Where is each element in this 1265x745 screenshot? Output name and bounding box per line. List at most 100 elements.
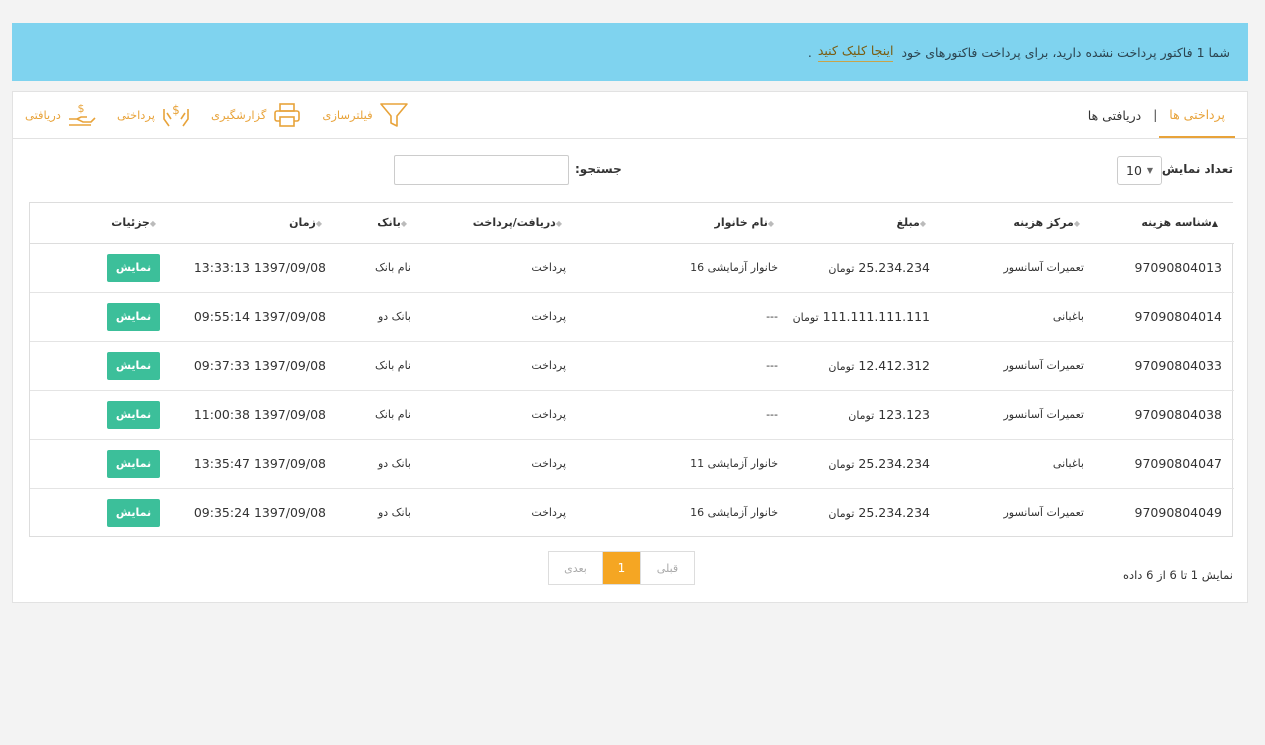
time-cell: 1397/09/08 09:35:24 — [193, 505, 326, 521]
cost-id-cell: 97090804013 — [1096, 243, 1234, 293]
search-label: جستجو: — [575, 162, 622, 176]
amount-cell: 25.234.234 تومان — [790, 243, 942, 293]
search-input[interactable] — [394, 155, 569, 185]
bank-cell: بانک دو — [338, 439, 423, 489]
tab-bar: پرداختی ها | دریافتی ها — [1078, 92, 1235, 138]
svg-text:$: $ — [172, 103, 180, 117]
cost-center-cell: تعمیرات آسانسور — [1003, 506, 1084, 520]
filter-button[interactable]: فیلترسازی — [322, 101, 414, 129]
sort-icon: ◆ — [149, 219, 156, 229]
tab-separator: | — [1153, 108, 1158, 122]
alert-message: شما 1 فاکتور پرداخت نشده دارید، برای پرد… — [901, 44, 1230, 60]
header-cost-center[interactable]: ◆مرکز هزینه — [942, 203, 1096, 244]
sort-asc-icon: ▲ — [1211, 219, 1218, 229]
details-cell: نمایش — [30, 439, 188, 489]
bank-cell: نام بانک — [338, 390, 423, 440]
bank-cell: بانک دو — [338, 292, 423, 342]
amount-cell: 25.234.234 تومان — [828, 505, 930, 521]
length-select[interactable]: 10 ▼ — [1117, 156, 1162, 185]
details-cell: نمایش — [30, 292, 188, 342]
svg-text:$: $ — [77, 102, 84, 115]
family-cell: --- — [578, 341, 790, 391]
funnel-icon — [379, 103, 408, 127]
table-row: 97090804049 تعمیرات آسانسور 25.234.234 توم… — [30, 488, 1234, 537]
type-cell: پرداخت — [423, 341, 578, 391]
toolbar: فیلترسازی گزارشگیری پرداختی $ دریافتی $ — [25, 92, 415, 138]
amount-cell: 123.123 تومان — [790, 390, 942, 440]
type-cell: پرداخت — [423, 243, 578, 293]
alert-suffix: . — [807, 44, 812, 60]
cost-center-cell: تعمیرات آسانسور — [942, 341, 1096, 391]
receipt-label: دریافتی — [25, 108, 61, 122]
show-details-button[interactable]: نمایش — [107, 449, 160, 478]
family-cell: خانوار آزمایشی 16 — [690, 506, 778, 520]
details-cell: نمایش — [30, 390, 188, 440]
cost-center-cell: تعمیرات آسانسور — [942, 390, 1096, 440]
receipt-button[interactable]: دریافتی $ — [25, 101, 103, 129]
filter-label: فیلترسازی — [322, 108, 373, 122]
pagination: بعدی 1 قبلی — [548, 551, 695, 585]
current-page-button[interactable]: 1 — [603, 552, 640, 584]
details-cell: نمایش — [30, 243, 188, 293]
header-type[interactable]: ◆دریافت/پرداخت — [423, 203, 578, 244]
alert-click-here-link[interactable]: اینجا کلیک کنید — [817, 43, 894, 62]
report-button[interactable]: گزارشگیری — [211, 101, 308, 129]
transactions-panel: پرداختی ها | دریافتی ها فیلترسازی گزارشگ… — [12, 91, 1248, 603]
sort-icon: ◆ — [555, 219, 562, 229]
cost-id-cell: 97090804049 — [1134, 505, 1222, 521]
cost-id-cell: 97090804033 — [1096, 341, 1234, 391]
table-row: 97090804033 تعمیرات آسانسور 12.412.312 توم… — [30, 341, 1234, 391]
family-cell: --- — [578, 292, 790, 342]
report-label: گزارشگیری — [210, 108, 267, 122]
next-page-button[interactable]: بعدی — [549, 552, 603, 584]
amount-cell: 25.234.234 تومان — [790, 439, 942, 489]
bank-cell: نام بانک — [338, 341, 423, 391]
sort-icon: ◆ — [315, 219, 322, 229]
panel-header: پرداختی ها | دریافتی ها فیلترسازی گزارشگ… — [13, 92, 1247, 139]
payment-button[interactable]: پرداختی $ — [117, 101, 197, 129]
show-details-button[interactable]: نمایش — [107, 498, 160, 527]
header-details[interactable]: ◆جزئیات — [30, 203, 188, 244]
transactions-table: ▲شناسه هزینه ◆مرکز هزینه ◆مبلغ ◆نام خانو… — [29, 202, 1234, 537]
amount-cell: 111.111.111.111 تومان — [790, 292, 942, 342]
header-time[interactable]: ◆زمان — [188, 203, 338, 244]
header-cost-id[interactable]: ▲شناسه هزینه — [1096, 203, 1234, 244]
sort-icon: ◆ — [1073, 219, 1080, 229]
cost-center-cell: تعمیرات آسانسور — [942, 243, 1096, 293]
cost-center-cell: باغبانی — [942, 439, 1096, 489]
table-row: 97090804038 تعمیرات آسانسور 123.123 تومان -… — [30, 390, 1234, 440]
cost-id-cell: 97090804038 — [1096, 390, 1234, 440]
show-details-button[interactable]: نمایش — [107, 302, 160, 331]
show-details-button[interactable]: نمایش — [107, 253, 160, 282]
time-cell: 1397/09/08 09:55:14 — [188, 292, 338, 342]
amount-cell: 12.412.312 تومان — [790, 341, 942, 391]
header-bank[interactable]: ◆بانک — [338, 203, 423, 244]
show-details-button[interactable]: نمایش — [107, 400, 160, 429]
time-cell: 1397/09/08 13:35:47 — [188, 439, 338, 489]
details-cell: نمایش — [30, 341, 188, 391]
type-cell: پرداخت — [423, 439, 578, 489]
header-family[interactable]: ◆نام خانوار — [578, 203, 790, 244]
payment-label: پرداختی — [116, 108, 155, 122]
header-amount[interactable]: ◆مبلغ — [790, 203, 942, 244]
time-cell: 1397/09/08 09:37:33 — [188, 341, 338, 391]
cost-id-cell: 97090804014 — [1096, 292, 1234, 342]
show-details-button[interactable]: نمایش — [107, 351, 160, 380]
length-label: تعداد نمایش — [1161, 162, 1233, 176]
type-cell: پرداخت — [531, 506, 566, 520]
table-row: 97090804047 باغبانی 25.234.234 تومان خانوار… — [30, 439, 1234, 489]
bank-cell: بانک دو — [377, 506, 411, 520]
cost-center-cell: باغبانی — [942, 292, 1096, 342]
unpaid-invoice-alert: شما 1 فاکتور پرداخت نشده دارید، برای پرد… — [12, 23, 1248, 81]
tab-payments[interactable]: پرداختی ها — [1159, 92, 1235, 138]
family-cell: خانوار آزمایشی 16 — [578, 243, 790, 293]
time-cell: 1397/09/08 11:00:38 — [188, 390, 338, 440]
family-cell: --- — [578, 390, 790, 440]
type-cell: پرداخت — [423, 292, 578, 342]
table-header-row: ▲شناسه هزینه ◆مرکز هزینه ◆مبلغ ◆نام خانو… — [30, 203, 1234, 244]
type-cell: پرداخت — [423, 390, 578, 440]
tab-receipts[interactable]: دریافتی ها — [1078, 92, 1151, 138]
prev-page-button[interactable]: قبلی — [640, 552, 694, 584]
table-row: 97090804013 تعمیرات آسانسور 25.234.234 توم… — [30, 243, 1234, 293]
details-cell: نمایش — [30, 488, 188, 537]
